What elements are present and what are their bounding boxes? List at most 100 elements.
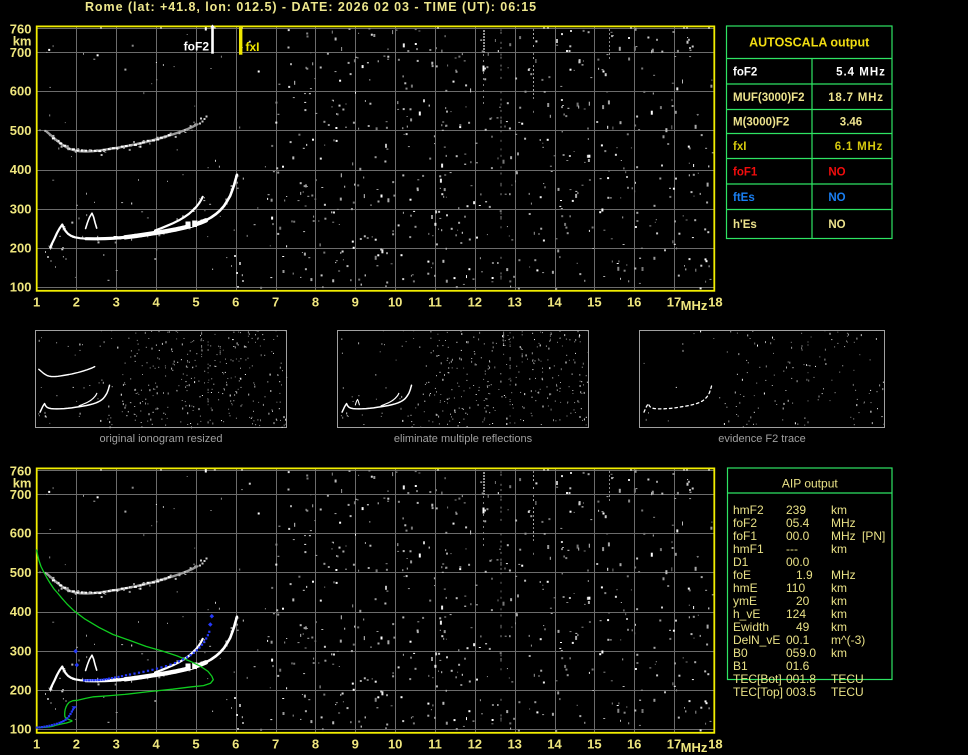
svg-text:124: 124 xyxy=(786,607,806,621)
svg-text:13: 13 xyxy=(507,295,521,310)
svg-text:600: 600 xyxy=(10,526,32,541)
svg-text:Ewidth: Ewidth xyxy=(733,620,769,634)
svg-text:foF1: foF1 xyxy=(733,166,758,178)
svg-text:00.1: 00.1 xyxy=(786,633,810,647)
svg-text:700: 700 xyxy=(10,45,32,60)
svg-text:AUTOSCALA output: AUTOSCALA output xyxy=(749,36,870,50)
svg-text:MUF(3000)F2: MUF(3000)F2 xyxy=(733,92,805,104)
svg-text:5: 5 xyxy=(192,295,199,310)
svg-text:00.0: 00.0 xyxy=(786,529,810,543)
svg-text:km: km xyxy=(831,503,847,517)
svg-text:12: 12 xyxy=(468,295,482,310)
svg-text:5.4 MHz: 5.4 MHz xyxy=(836,67,886,79)
svg-text:16: 16 xyxy=(627,737,641,752)
svg-text:B1: B1 xyxy=(733,659,748,673)
svg-text:300: 300 xyxy=(10,643,32,658)
svg-text:6: 6 xyxy=(232,737,239,752)
svg-text:12: 12 xyxy=(468,737,482,752)
svg-text:500: 500 xyxy=(10,123,32,138)
svg-text:49: 49 xyxy=(786,620,810,634)
svg-text:TECU: TECU xyxy=(831,672,864,686)
svg-text:18: 18 xyxy=(708,737,722,752)
svg-text:9: 9 xyxy=(352,295,359,310)
svg-text:m^(-3): m^(-3) xyxy=(831,633,865,647)
svg-text:100: 100 xyxy=(10,280,32,295)
svg-text:---: --- xyxy=(786,542,798,556)
svg-text:evidence F2 trace: evidence F2 trace xyxy=(718,433,805,445)
svg-text:TEC[Top]: TEC[Top] xyxy=(733,685,783,699)
svg-text:4: 4 xyxy=(152,295,160,310)
svg-text:4: 4 xyxy=(152,737,160,752)
svg-text:h'Es: h'Es xyxy=(733,219,757,231)
svg-text:original ionogram resized: original ionogram resized xyxy=(100,433,223,445)
svg-text:2: 2 xyxy=(73,737,80,752)
svg-text:700: 700 xyxy=(10,487,32,502)
svg-text:foE: foE xyxy=(733,568,751,582)
svg-text:7: 7 xyxy=(272,295,279,310)
svg-text:14: 14 xyxy=(547,295,562,310)
svg-text:1: 1 xyxy=(33,295,40,310)
svg-text:km: km xyxy=(831,607,847,621)
svg-text:km: km xyxy=(831,581,847,595)
svg-text:15: 15 xyxy=(587,295,601,310)
svg-text:hmF1: hmF1 xyxy=(733,542,764,556)
svg-text:MHz: MHz xyxy=(831,568,856,582)
svg-text:h_vE: h_vE xyxy=(733,607,760,621)
svg-text:18: 18 xyxy=(708,295,722,310)
svg-text:3: 3 xyxy=(113,737,120,752)
svg-text:500: 500 xyxy=(10,565,32,580)
svg-text:14: 14 xyxy=(547,737,562,752)
svg-text:8: 8 xyxy=(312,737,319,752)
svg-text:15: 15 xyxy=(587,737,601,752)
svg-text:05.4: 05.4 xyxy=(786,516,810,530)
svg-text:1: 1 xyxy=(33,737,40,752)
svg-text:1.9: 1.9 xyxy=(786,568,813,582)
svg-text:13: 13 xyxy=(507,737,521,752)
svg-text:ymE: ymE xyxy=(733,594,757,608)
svg-text:17: 17 xyxy=(667,737,681,752)
svg-text:DelN_vE: DelN_vE xyxy=(733,633,780,647)
svg-text:20: 20 xyxy=(786,594,810,608)
svg-text:Rome (lat: +41.8, lon: 012.5): Rome (lat: +41.8, lon: 012.5) - DATE: 20… xyxy=(85,0,537,14)
svg-text:MHz: MHz xyxy=(831,516,856,530)
svg-text:9: 9 xyxy=(352,737,359,752)
svg-text:00.0: 00.0 xyxy=(786,555,810,569)
svg-text:foF1: foF1 xyxy=(733,529,757,543)
svg-text:3.46: 3.46 xyxy=(840,117,862,129)
svg-text:18.7 MHz: 18.7 MHz xyxy=(828,92,884,104)
svg-text:3: 3 xyxy=(113,295,120,310)
svg-text:NO: NO xyxy=(828,219,845,231)
svg-text:TEC[Bot]: TEC[Bot] xyxy=(733,672,782,686)
svg-text:6: 6 xyxy=(232,295,239,310)
svg-text:hmE: hmE xyxy=(733,581,758,595)
svg-text:km: km xyxy=(831,594,847,608)
svg-text:km: km xyxy=(831,620,847,634)
svg-text:300: 300 xyxy=(10,201,32,216)
svg-text:fxI: fxI xyxy=(733,141,746,153)
svg-text:600: 600 xyxy=(10,84,32,99)
svg-text:003.5: 003.5 xyxy=(786,685,816,699)
svg-text:ftEs: ftEs xyxy=(733,192,755,204)
svg-text:MHz: MHz xyxy=(831,529,856,543)
svg-text:200: 200 xyxy=(10,683,32,698)
svg-text:10: 10 xyxy=(388,295,402,310)
svg-text:400: 400 xyxy=(10,162,32,177)
svg-text:5: 5 xyxy=(192,737,199,752)
svg-text:200: 200 xyxy=(10,241,32,256)
svg-text:10: 10 xyxy=(388,737,402,752)
svg-text:059.0: 059.0 xyxy=(786,646,816,660)
svg-text:2: 2 xyxy=(73,295,80,310)
svg-text:D1: D1 xyxy=(733,555,749,569)
svg-text:239: 239 xyxy=(786,503,806,517)
svg-text:foF2: foF2 xyxy=(184,40,210,54)
svg-text:100: 100 xyxy=(10,722,32,737)
svg-text:MHz: MHz xyxy=(681,298,708,313)
svg-text:11: 11 xyxy=(428,737,442,752)
svg-text:AIP output: AIP output xyxy=(782,477,838,491)
svg-text:B0: B0 xyxy=(733,646,748,660)
svg-text:hmF2: hmF2 xyxy=(733,503,764,517)
svg-text:6.1 MHz: 6.1 MHz xyxy=(835,141,883,153)
svg-text:[PN]: [PN] xyxy=(862,529,885,543)
svg-text:km: km xyxy=(831,646,847,660)
svg-text:km: km xyxy=(831,542,847,556)
